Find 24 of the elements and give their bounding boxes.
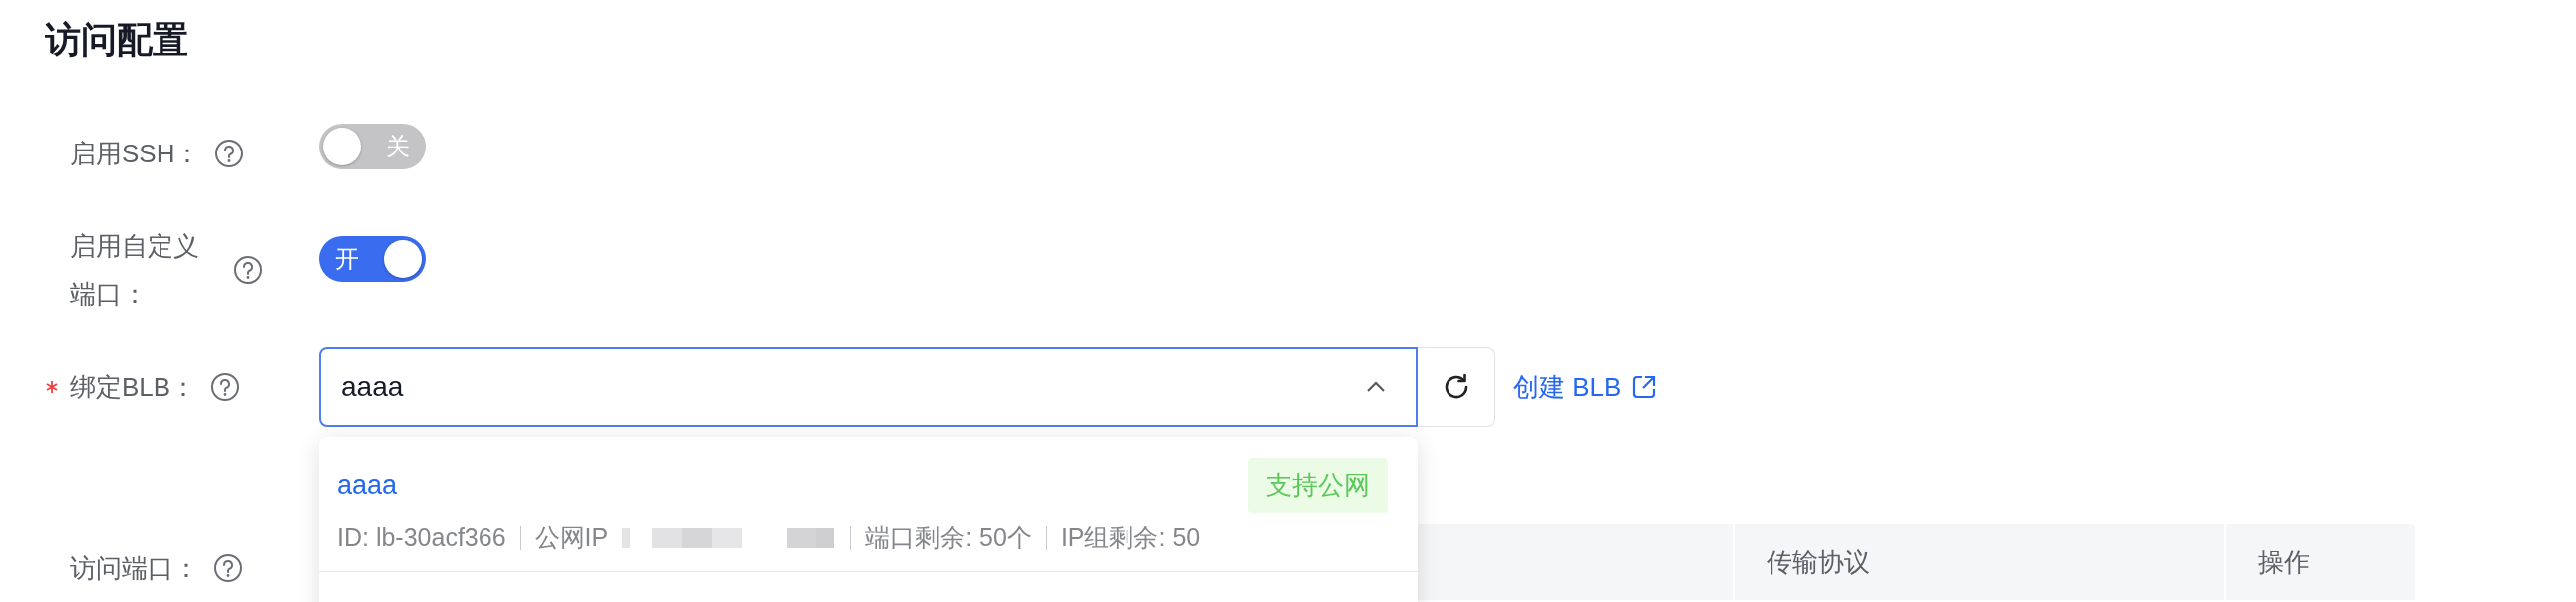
- option-detail: 公网IP: [534, 522, 609, 553]
- help-icon[interactable]: [210, 372, 241, 402]
- option-name: aaaa: [337, 469, 398, 503]
- field-label: 启用SSH：: [70, 138, 201, 170]
- option-detail: ID: lb-30acf366: [337, 522, 506, 553]
- toggle-switch[interactable]: 开: [319, 236, 426, 282]
- dropdown-option[interactable]: aaaa 支持公网 ID: lb-30acf366 公网IP 端口剩余: 50个 IP组剩余: 50: [319, 437, 1418, 572]
- field-label: 启用自定义端口：: [70, 230, 200, 311]
- select-field[interactable]: aaaa: [319, 347, 1418, 427]
- column-header: 操作: [2226, 524, 2417, 600]
- network-tag: 支持公网: [1248, 458, 1388, 513]
- help-icon[interactable]: [213, 553, 243, 583]
- help-icon[interactable]: [233, 255, 263, 285]
- section-title: 访问配置: [45, 18, 189, 62]
- external-link-icon: [1631, 374, 1658, 400]
- field-label: 访问端口：: [70, 552, 199, 585]
- help-icon[interactable]: [214, 139, 245, 168]
- create-blb-link[interactable]: 创建 BLB: [1513, 347, 1658, 427]
- refresh-button[interactable]: [1418, 347, 1495, 427]
- option-detail: IP组剩余: 50: [1060, 522, 1201, 553]
- field-label: 绑定BLB：: [70, 371, 197, 404]
- option-detail: 端口剩余: 50个: [865, 522, 1032, 553]
- column-header: 传输协议: [1735, 524, 2226, 600]
- chevron-up-icon: [1366, 381, 1386, 393]
